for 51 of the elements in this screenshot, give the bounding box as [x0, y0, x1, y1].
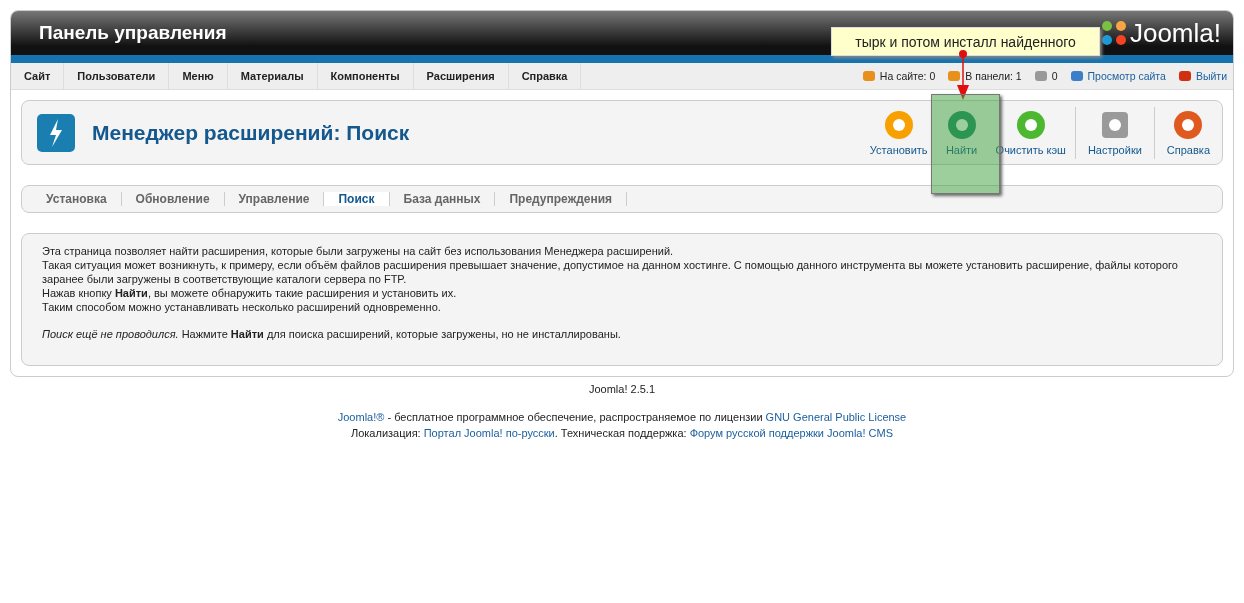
lightning-icon	[36, 112, 76, 153]
menu-item[interactable]: Сайт	[11, 63, 65, 89]
footer-link[interactable]: GNU General Public License	[765, 411, 907, 423]
status-icon	[861, 70, 876, 82]
notice-text: Поиск ещё не проводился. Нажмите Найти для поиска расширений, которые загружены, но не инсталлированы.	[42, 328, 622, 340]
submenu-tab[interactable]: Предупреждения	[495, 192, 628, 206]
menu-item[interactable]: Расширения	[413, 63, 509, 89]
logo-text: Joomla!	[1129, 17, 1221, 49]
status-text: 0	[1051, 70, 1058, 82]
menu-item[interactable]: Меню	[169, 63, 228, 89]
submenu-tab[interactable]: Поиск	[324, 192, 390, 206]
toolbar-icon	[882, 109, 915, 141]
page-title: Менеджер расширений: Поиск	[92, 120, 411, 145]
status-link[interactable]: Просмотр сайта	[1087, 70, 1166, 82]
toolbar-button[interactable]: Очистить кэш	[986, 106, 1075, 159]
footer-link[interactable]: Joomla!®	[337, 411, 385, 423]
status-text: В панели: 1	[965, 70, 1022, 82]
submenu-tab[interactable]: База данных	[389, 192, 496, 206]
description-text: Эта страница позволяет найти расширения, которые были загружены на сайт без использования Менеджера расширений.	[42, 244, 675, 258]
toolbar-icon	[1172, 109, 1205, 141]
flower-icon	[1099, 19, 1128, 47]
footer-link[interactable]: Портал Joomla! по-русски	[423, 427, 555, 439]
footer-text: Локализация:	[350, 427, 422, 439]
description-text: Такая ситуация может возникнуть, к примеру, если объём файлов расширения превышает значение, допустимое на данном хостинге. С помощью данного инструмента вы можете установить расширение, файлы которого заранее были загружены в соответствующие каталоги сервера по FTP.	[42, 258, 1179, 286]
status-icon	[1177, 70, 1192, 82]
menu-item[interactable]: Справка	[508, 63, 582, 89]
status-text: На сайте: 0	[879, 70, 936, 82]
panel-title: Панель управления	[39, 22, 227, 44]
logo[interactable]: Joomla!	[1099, 17, 1221, 49]
toolbar-icon	[1014, 109, 1047, 141]
toolbar-button[interactable]: Справка	[1153, 106, 1222, 159]
footer-text: . Техническая поддержка:	[554, 427, 688, 439]
footer-text: - бесплатное программное обеспечение, распространяемое по лицензии	[386, 411, 764, 423]
version-text: Joomla! 2.5.1	[588, 383, 655, 395]
annotation-arrow	[956, 49, 970, 101]
status-icon	[1069, 70, 1084, 82]
submenu-tab[interactable]: Установка	[32, 192, 122, 206]
description-text: Таким способом можно устанавливать несколько расширений одновременно.	[42, 300, 442, 314]
menu-item[interactable]: Компоненты	[317, 63, 414, 89]
footer-link[interactable]: Форум русской поддержки Joomla! CMS	[689, 427, 894, 439]
toolbar-button[interactable]: Установить	[860, 106, 937, 159]
annotation-note: тырк и потом инсталл найденного	[831, 27, 1100, 56]
menu-item[interactable]: Пользователи	[64, 63, 170, 89]
status-icon	[1033, 70, 1048, 82]
menu-item[interactable]: Материалы	[227, 63, 318, 89]
toolbar-button[interactable]: Настройки	[1074, 106, 1154, 159]
toolbar-icon	[945, 109, 978, 141]
status-link[interactable]: Выйти	[1195, 70, 1227, 82]
submenu-tab[interactable]: Обновление	[121, 192, 225, 206]
status-icon	[947, 70, 962, 82]
description-text: Нажав кнопку Найти, вы можете обнаружить такие расширения и установить их.	[42, 286, 458, 300]
